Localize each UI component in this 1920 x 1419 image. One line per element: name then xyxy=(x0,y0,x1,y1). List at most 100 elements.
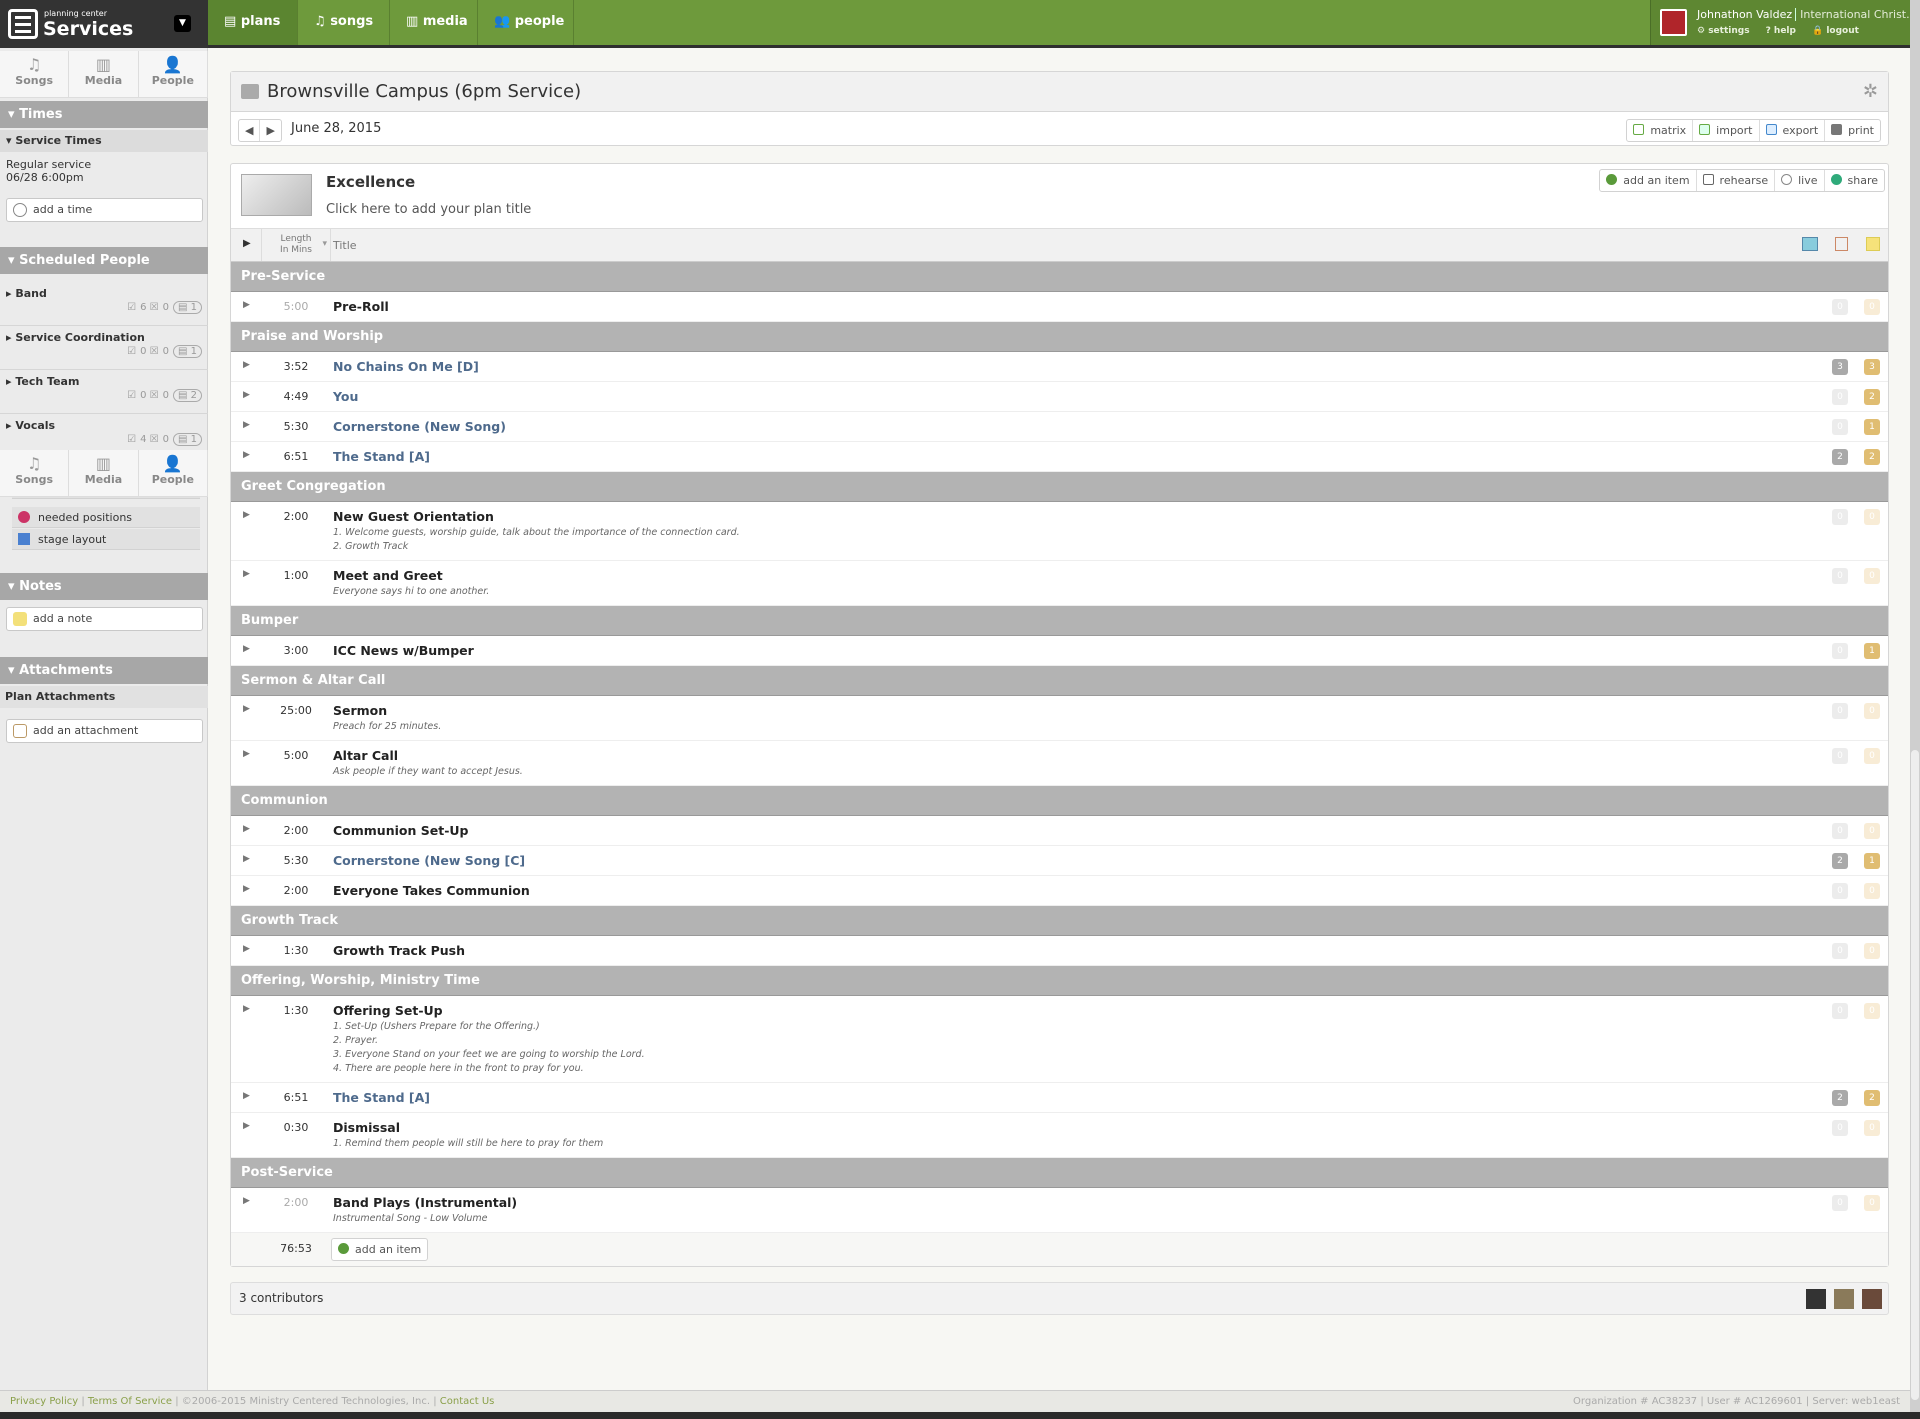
expand-triangle-icon[interactable]: ▶ xyxy=(243,1196,250,1206)
needed-count-badge[interactable]: ▤ 1 xyxy=(172,433,202,446)
item-length[interactable]: 5:30 xyxy=(261,420,331,433)
item-title[interactable]: Pre-Roll xyxy=(231,292,1888,321)
scheduled-team[interactable]: ▸ Tech Team ☑ 0 ☒ 0 ▤ 2 xyxy=(0,370,208,414)
expand-triangle-icon[interactable]: ▶ xyxy=(243,390,250,400)
item-length[interactable]: 6:51 xyxy=(261,1091,331,1104)
song-title[interactable]: You xyxy=(231,382,1888,411)
attachments-header[interactable]: ▾ Attachments xyxy=(0,657,208,684)
help-link[interactable]: ? help xyxy=(1766,26,1804,36)
notes-count-badge[interactable]: 2 xyxy=(1864,389,1880,405)
expand-triangle-icon[interactable]: ▶ xyxy=(243,644,250,654)
notes-count-badge[interactable]: 0 xyxy=(1864,748,1880,764)
next-plan-button[interactable]: ▶ xyxy=(260,120,280,141)
item-length[interactable]: 5:30 xyxy=(261,854,331,867)
page-scrollbar[interactable] xyxy=(1910,0,1920,1412)
notes-count-badge[interactable]: 0 xyxy=(1864,1120,1880,1136)
series-artwork[interactable] xyxy=(241,174,312,216)
item-length[interactable]: 3:00 xyxy=(261,644,331,657)
section-header[interactable]: Communion xyxy=(231,786,1888,816)
contributor-avatar[interactable] xyxy=(1834,1289,1854,1309)
series-title[interactable]: Excellence xyxy=(326,173,415,191)
sidebar-tab-songs[interactable]: ♫ Songs xyxy=(0,450,70,496)
notes-count-badge[interactable]: 0 xyxy=(1864,1003,1880,1019)
live-button[interactable]: live xyxy=(1775,170,1825,191)
plan-item-row[interactable]: ▶ 25:00 Sermon Preach for 25 minutes. 0 0 xyxy=(231,696,1888,741)
plan-item-row[interactable]: ▶ 2:00 Everyone Takes Communion 0 0 xyxy=(231,876,1888,906)
settings-link[interactable]: ⚙ settings xyxy=(1697,26,1758,36)
attachments-count-badge[interactable]: 0 xyxy=(1832,703,1848,719)
item-length[interactable]: 1:30 xyxy=(261,1004,331,1017)
song-title[interactable]: The Stand [A] xyxy=(231,442,1888,471)
expand-triangle-icon[interactable]: ▶ xyxy=(243,1004,250,1014)
service-time-entry[interactable]: Regular service 06/28 6:00pm xyxy=(6,158,91,184)
item-length[interactable]: 6:51 xyxy=(261,450,331,463)
item-length[interactable]: 5:00 xyxy=(261,749,331,762)
song-title[interactable]: No Chains On Me [D] xyxy=(231,352,1888,381)
needed-count-badge[interactable]: ▤ 2 xyxy=(172,389,202,402)
section-header[interactable]: Post-Service xyxy=(231,1158,1888,1188)
length-column-header[interactable]: Length In Mins ▾ xyxy=(261,229,331,261)
import-button[interactable]: import xyxy=(1693,120,1760,141)
notes-count-badge[interactable]: 0 xyxy=(1864,823,1880,839)
item-title[interactable]: ICC News w/Bumper xyxy=(231,636,1888,665)
attachments-count-badge[interactable]: 3 xyxy=(1832,359,1848,375)
section-header[interactable]: Bumper xyxy=(231,606,1888,636)
expand-triangle-icon[interactable]: ▶ xyxy=(243,569,250,579)
item-length[interactable]: 25:00 xyxy=(261,704,331,717)
nav-tab-people[interactable]: 👥 people xyxy=(478,0,574,45)
section-header[interactable]: Growth Track xyxy=(231,906,1888,936)
expand-triangle-icon[interactable]: ▶ xyxy=(243,510,250,520)
plan-item-row[interactable]: ▶ 0:30 Dismissal 1. Remind them people will… xyxy=(231,1113,1888,1158)
previous-plan-button[interactable]: ◀ xyxy=(239,120,261,141)
gear-icon[interactable]: ✲ xyxy=(1863,72,1878,112)
add-item-bottom-button[interactable]: add an item xyxy=(331,1238,429,1261)
attachments-count-badge[interactable]: 2 xyxy=(1832,449,1848,465)
attachments-count-badge[interactable]: 0 xyxy=(1832,1195,1848,1211)
expand-triangle-icon[interactable]: ▶ xyxy=(243,1121,250,1131)
attachments-count-badge[interactable]: 0 xyxy=(1832,509,1848,525)
scheduled-team[interactable]: ▸ Service Coordination ☑ 0 ☒ 0 ▤ 1 xyxy=(0,326,208,370)
notes-count-badge[interactable]: 0 xyxy=(1864,883,1880,899)
add-item-button[interactable]: add an item xyxy=(1600,170,1697,191)
notes-count-badge[interactable]: 2 xyxy=(1864,449,1880,465)
service-times-subheader[interactable]: ▾ Service Times xyxy=(0,130,208,152)
notes-count-badge[interactable]: 0 xyxy=(1864,703,1880,719)
attachments-count-badge[interactable]: 0 xyxy=(1832,419,1848,435)
attachments-count-badge[interactable]: 0 xyxy=(1832,748,1848,764)
org-avatar[interactable] xyxy=(1660,9,1687,36)
expand-triangle-icon[interactable]: ▶ xyxy=(243,749,250,759)
share-button[interactable]: share xyxy=(1825,170,1885,191)
needed-count-badge[interactable]: ▤ 1 xyxy=(172,345,202,358)
app-logo[interactable]: planning center Services ▼ xyxy=(0,0,208,48)
expand-triangle-icon[interactable]: ▶ xyxy=(243,884,250,894)
needed-positions-row[interactable]: needed positions xyxy=(12,507,200,528)
plan-item-row[interactable]: ▶ 6:51 The Stand [A] 2 2 xyxy=(231,442,1888,472)
expand-triangle-icon[interactable]: ▶ xyxy=(243,420,250,430)
sidebar-tab-songs[interactable]: ♫ Songs xyxy=(0,51,70,97)
item-title[interactable]: Communion Set-Up xyxy=(231,816,1888,845)
plan-item-row[interactable]: ▶ 2:00 Band Plays (Instrumental) Instrument… xyxy=(231,1188,1888,1233)
needed-count-badge[interactable]: ▤ 1 xyxy=(172,301,202,314)
notes-count-badge[interactable]: 3 xyxy=(1864,359,1880,375)
section-header[interactable]: Praise and Worship xyxy=(231,322,1888,352)
notes-header[interactable]: ▾ Notes xyxy=(0,573,208,600)
expand-triangle-icon[interactable]: ▶ xyxy=(243,300,250,310)
notes-count-badge[interactable]: 1 xyxy=(1864,419,1880,435)
logout-link[interactable]: 🔒 logout xyxy=(1812,26,1867,36)
item-length[interactable]: 1:30 xyxy=(261,944,331,957)
item-length[interactable]: 2:00 xyxy=(261,824,331,837)
scrollbar-thumb[interactable] xyxy=(1911,750,1919,1400)
attachments-count-badge[interactable]: 0 xyxy=(1832,389,1848,405)
export-button[interactable]: export xyxy=(1760,120,1826,141)
note-icon[interactable] xyxy=(1866,237,1880,251)
plan-item-row[interactable]: ▶ 2:00 Communion Set-Up 0 0 xyxy=(231,816,1888,846)
song-title[interactable]: Cornerstone (New Song [C] xyxy=(231,846,1888,875)
app-switcher-dropdown[interactable]: ▼ xyxy=(174,15,191,32)
attachments-count-badge[interactable]: 0 xyxy=(1832,643,1848,659)
attachments-count-badge[interactable]: 0 xyxy=(1832,943,1848,959)
attachments-count-badge[interactable]: 2 xyxy=(1832,1090,1848,1106)
attachments-count-badge[interactable]: 0 xyxy=(1832,568,1848,584)
section-header[interactable]: Sermon & Altar Call xyxy=(231,666,1888,696)
print-button[interactable]: print xyxy=(1825,120,1880,141)
matrix-button[interactable]: matrix xyxy=(1627,120,1694,141)
